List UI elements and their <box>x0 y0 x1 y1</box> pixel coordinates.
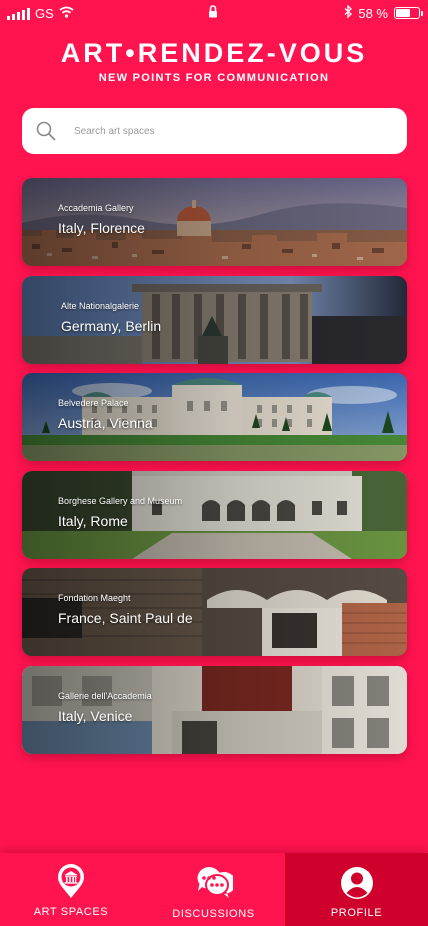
art-space-card[interactable]: Fondation Maeght France, Saint Paul de <box>22 568 407 656</box>
search-input[interactable] <box>74 108 394 154</box>
wifi-icon <box>59 6 74 21</box>
tab-discussions-label: DISCUSSIONS <box>172 908 255 920</box>
card-location: Austria, Vienna <box>58 415 153 431</box>
search-icon[interactable] <box>36 121 56 146</box>
card-museum-name: Borghese Gallery and Museum <box>58 495 183 506</box>
card-location: Italy, Florence <box>58 220 145 236</box>
battery-icon <box>394 7 423 19</box>
status-bar: GS 58 % <box>0 0 428 28</box>
app-subtitle: NEW POINTS FOR COMMUNICATION <box>98 72 330 84</box>
tab-profile-label: PROFILE <box>330 907 383 919</box>
status-left: GS <box>7 6 74 21</box>
bottom-nav: ART SPACES DISCUSSIONS PROFILE <box>0 853 428 926</box>
art-space-list: Accademia Gallery Italy, Florence Alte N… <box>22 178 407 763</box>
battery-text: 58 % <box>358 5 388 21</box>
lock-icon <box>208 5 218 21</box>
bluetooth-icon <box>344 4 353 21</box>
tab-art-spaces-label: ART SPACES <box>33 906 109 918</box>
card-location: Italy, Venice <box>58 707 133 724</box>
app-title: ART•RENDEZ-VOUS <box>60 38 368 68</box>
search-box[interactable] <box>22 108 407 154</box>
card-location: Italy, Rome <box>58 512 128 529</box>
art-space-card[interactable]: Alte Nationalgalerie Germany, Berlin <box>22 275 407 364</box>
tab-art-spaces[interactable]: ART SPACES <box>0 853 142 926</box>
museum-pin-icon <box>56 864 86 905</box>
card-museum-name: Gallerie dell'Accademia <box>58 690 152 701</box>
card-museum-name: Belvedere Palace <box>58 398 129 408</box>
card-museum-name: Accademia Gallery <box>58 203 134 213</box>
art-space-card[interactable]: Borghese Gallery and Museum Italy, Rome <box>22 470 407 559</box>
art-space-card[interactable]: Belvedere Palace Austria, Vienna <box>22 373 407 461</box>
user-profile-icon <box>340 866 374 905</box>
chat-bubbles-icon <box>195 865 236 904</box>
card-museum-name: Alte Nationalgalerie <box>61 300 140 311</box>
tab-discussions[interactable]: DISCUSSIONS <box>142 853 285 926</box>
card-location: Germany, Berlin <box>61 317 162 334</box>
art-space-card[interactable]: Accademia Gallery Italy, Florence <box>22 178 407 266</box>
tab-profile[interactable]: PROFILE <box>285 853 428 926</box>
status-right: 58 % <box>344 4 423 21</box>
card-location: France, Saint Paul de <box>58 610 193 626</box>
art-space-card[interactable]: Gallerie dell'Accademia Italy, Venice <box>22 665 407 754</box>
card-museum-name: Fondation Maeght <box>58 593 131 603</box>
signal-icon <box>7 7 30 20</box>
carrier-label: GS <box>35 6 54 21</box>
